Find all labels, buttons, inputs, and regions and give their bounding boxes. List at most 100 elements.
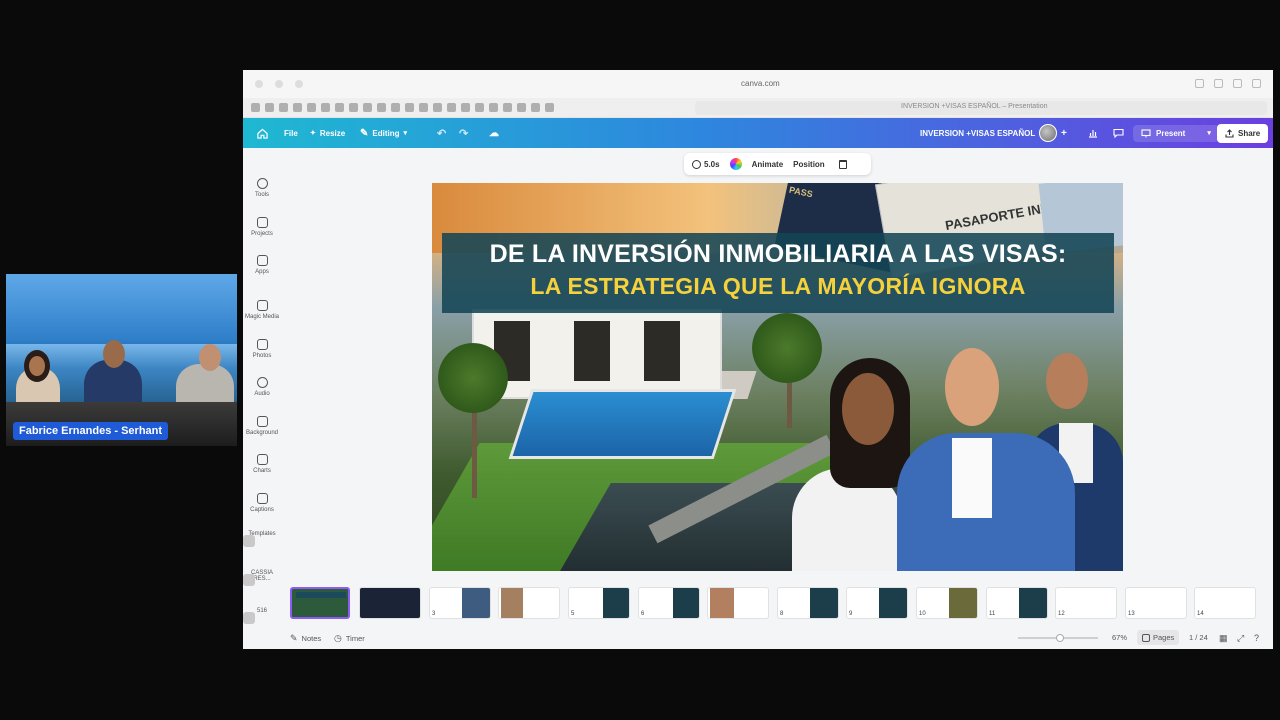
tab-favicon[interactable] bbox=[447, 103, 456, 112]
rail-item-magic-media[interactable]: Magic Media bbox=[243, 300, 281, 320]
present-icon bbox=[1141, 128, 1151, 137]
rail-item-audio[interactable]: Audio bbox=[243, 377, 281, 397]
slide-canvas[interactable]: PASS PASAPORTE INMOBILIARIO DE LA INVERS… bbox=[432, 183, 1123, 571]
active-tab-title[interactable]: INVERSION +VISAS ESPAÑOL – Presentation bbox=[901, 103, 1047, 110]
tab-favicon[interactable] bbox=[391, 103, 400, 112]
cloud-save-button[interactable]: ☁ bbox=[489, 118, 499, 148]
tab-favicon[interactable] bbox=[545, 103, 554, 112]
tab-favicon[interactable] bbox=[433, 103, 442, 112]
palm-tree bbox=[752, 313, 822, 383]
crown-icon: ✦ bbox=[310, 130, 316, 137]
page-number: 6 bbox=[641, 611, 645, 617]
zoom-slider[interactable] bbox=[1018, 634, 1098, 642]
thumb-image bbox=[710, 588, 734, 618]
rail-item-tools[interactable]: Tools bbox=[243, 178, 281, 198]
tab-favicon[interactable] bbox=[349, 103, 358, 112]
tab-favicon[interactable] bbox=[461, 103, 470, 112]
tab-favicon[interactable] bbox=[251, 103, 260, 112]
tab-favicon[interactable] bbox=[363, 103, 372, 112]
webcam-name-tag: Fabrice Ernandes - Serhant bbox=[13, 422, 169, 440]
zoom-slider-handle[interactable] bbox=[1056, 634, 1064, 642]
page-thumb-2[interactable] bbox=[359, 587, 421, 619]
tab-favicon[interactable] bbox=[377, 103, 386, 112]
notes-button[interactable]: ✎ Notes bbox=[290, 633, 321, 644]
duration-button[interactable]: 5.0s bbox=[692, 159, 720, 169]
timer-button[interactable]: ◷ Timer bbox=[334, 633, 365, 644]
position-button[interactable]: Position bbox=[793, 160, 825, 169]
tab-favicon[interactable] bbox=[489, 103, 498, 112]
tab-favicon[interactable] bbox=[293, 103, 302, 112]
page-thumb-13[interactable]: 13 bbox=[1125, 587, 1187, 619]
rail-item-captions[interactable]: Captions bbox=[243, 493, 281, 513]
redo-button[interactable]: ↷ bbox=[459, 118, 468, 148]
slide-headline-line-1[interactable]: DE LA INVERSIÓN INMOBILIARIA A LAS VISAS… bbox=[450, 240, 1106, 269]
insights-button[interactable] bbox=[1088, 118, 1098, 148]
tab-favicon[interactable] bbox=[265, 103, 274, 112]
bar-chart-icon bbox=[1089, 130, 1097, 138]
tab-favicon[interactable] bbox=[279, 103, 288, 112]
collaborators[interactable]: + bbox=[1039, 118, 1067, 148]
tab-favicon[interactable] bbox=[503, 103, 512, 112]
tab-favicon[interactable] bbox=[531, 103, 540, 112]
slide-headline-line-2[interactable]: LA ESTRATEGIA QUE LA MAYORÍA IGNORA bbox=[468, 273, 1088, 300]
avatar[interactable] bbox=[1039, 124, 1057, 142]
editing-mode-dropdown[interactable]: ✎ Editing ▾ bbox=[360, 118, 407, 148]
page-thumb-14[interactable]: 14 bbox=[1194, 587, 1256, 619]
tab-favicon[interactable] bbox=[419, 103, 428, 112]
tab-favicon[interactable] bbox=[307, 103, 316, 112]
tab-favicon[interactable] bbox=[405, 103, 414, 112]
tab-favicon[interactable] bbox=[335, 103, 344, 112]
comments-button[interactable] bbox=[1113, 118, 1124, 148]
rail-item-background[interactable]: Background bbox=[243, 416, 281, 436]
help-button[interactable]: ? bbox=[1254, 633, 1259, 643]
rail-item-charts[interactable]: Charts bbox=[243, 454, 281, 474]
rail-item-photos[interactable]: Photos bbox=[243, 339, 281, 359]
rail-item-templates[interactable]: Templates bbox=[243, 531, 281, 547]
undo-button[interactable]: ↶ bbox=[437, 118, 446, 148]
rail-item-apps[interactable]: Apps bbox=[243, 255, 281, 275]
rail-item-cassia-folder[interactable]: CASSIA RES... bbox=[243, 570, 281, 586]
file-menu[interactable]: File bbox=[284, 118, 298, 148]
page-thumb-6[interactable]: 6 bbox=[638, 587, 700, 619]
rail-item-projects[interactable]: Projects bbox=[243, 217, 281, 237]
tab-favicon[interactable] bbox=[475, 103, 484, 112]
man-center-head bbox=[945, 348, 999, 426]
browser-toolbar-icons[interactable] bbox=[1195, 79, 1261, 88]
window-controls[interactable] bbox=[255, 80, 303, 88]
page-thumb-4[interactable] bbox=[498, 587, 560, 619]
add-collaborator-icon[interactable]: + bbox=[1061, 128, 1067, 139]
trash-icon[interactable] bbox=[838, 159, 847, 169]
grid-view-button[interactable]: ▦ bbox=[1219, 633, 1228, 644]
page-thumb-8[interactable]: 8 bbox=[777, 587, 839, 619]
rail-item-label: Charts bbox=[253, 468, 271, 474]
share-button[interactable]: Share bbox=[1217, 118, 1269, 148]
fullscreen-button[interactable]: ⤢ bbox=[1237, 633, 1244, 644]
page-number: 12 bbox=[1058, 611, 1065, 617]
chevron-down-icon: ▾ bbox=[403, 130, 408, 137]
page-thumb-7[interactable] bbox=[707, 587, 769, 619]
upload-icon bbox=[1225, 128, 1234, 138]
page-thumb-11[interactable]: 11 bbox=[986, 587, 1048, 619]
color-wheel-icon[interactable] bbox=[729, 158, 742, 170]
timer-label: Timer bbox=[345, 634, 365, 643]
page-thumb-5[interactable]: 5 bbox=[568, 587, 630, 619]
tab-favicon[interactable] bbox=[517, 103, 526, 112]
animate-button[interactable]: Animate bbox=[752, 160, 784, 169]
page-thumb-3[interactable]: 3 bbox=[429, 587, 491, 619]
page-number: 8 bbox=[780, 611, 784, 617]
present-button[interactable]: Present ▾ bbox=[1133, 118, 1219, 148]
home-button[interactable] bbox=[257, 118, 268, 148]
document-title[interactable]: INVERSION +VISAS ESPAÑOL bbox=[920, 118, 1035, 148]
page-thumb-1[interactable] bbox=[290, 587, 350, 619]
magic-media-icon bbox=[256, 300, 268, 311]
expand-icon: ⤢ bbox=[1237, 633, 1245, 643]
page-thumb-10[interactable]: 10 bbox=[916, 587, 978, 619]
page-thumb-12[interactable]: 12 bbox=[1055, 587, 1117, 619]
page-number: 13 bbox=[1128, 611, 1135, 617]
zoom-level[interactable]: 67% bbox=[1112, 633, 1127, 642]
resize-button[interactable]: ✦ Resize bbox=[310, 118, 345, 148]
address-bar-url[interactable]: canva.com bbox=[741, 79, 780, 88]
tab-favicon[interactable] bbox=[321, 103, 330, 112]
pages-button[interactable]: Pages bbox=[1137, 630, 1180, 645]
page-thumb-9[interactable]: 9 bbox=[846, 587, 908, 619]
